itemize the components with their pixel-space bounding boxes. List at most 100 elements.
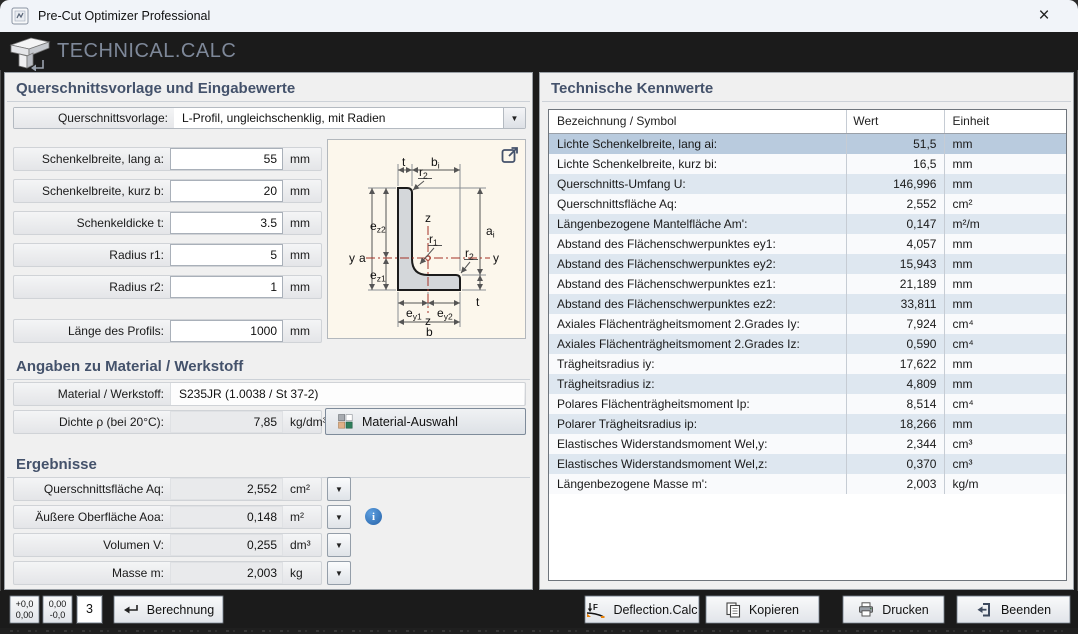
- field-input[interactable]: 1: [170, 276, 283, 298]
- kennwerte-row[interactable]: Polares Flächenträgheitsmoment Ip: 8,514…: [549, 394, 1066, 414]
- kennwert-value: 2,003: [846, 474, 944, 494]
- field-unit: mm: [290, 320, 310, 342]
- decrease-decimals-button[interactable]: 0,00 -0,0: [43, 596, 72, 623]
- kennwert-name: Abstand des Flächenschwerpunktes ey1:: [549, 234, 846, 254]
- open-diagram-external-icon[interactable]: [500, 145, 520, 165]
- length-field-row: Länge des Profils: 1000 mm: [13, 319, 322, 343]
- window-title: Pre-Cut Optimizer Professional: [38, 9, 210, 23]
- kennwert-unit: cm⁴: [944, 314, 1065, 334]
- kennwerte-row[interactable]: Trägheitsradius iz: 4,809 mm: [549, 374, 1066, 394]
- cross-section-template-combobox[interactable]: Querschnittsvorlage: L-Profil, ungleichs…: [13, 107, 526, 129]
- svg-text:F: F: [593, 603, 598, 612]
- length-input[interactable]: 1000: [170, 320, 283, 342]
- chevron-down-icon: ▼: [335, 541, 343, 550]
- input-field-row: Schenkelbreite, lang a: 55 mm: [13, 147, 322, 171]
- density-unit: kg/dm³: [290, 411, 327, 433]
- kennwert-value: 2,552: [846, 194, 944, 214]
- deflection-calc-button[interactable]: F Deflection.Calc: [585, 596, 699, 623]
- kennwerte-row[interactable]: Lichte Schenkelbreite, kurz bi: 16,5 mm: [549, 154, 1066, 174]
- increase-decimals-button[interactable]: +0,0 0,00: [10, 596, 39, 623]
- print-button[interactable]: Drucken: [843, 596, 944, 623]
- kennwerte-row[interactable]: Abstand des Flächenschwerpunktes ey2: 15…: [549, 254, 1066, 274]
- material-select-button[interactable]: Material-Auswahl: [325, 408, 526, 435]
- chevron-down-icon: ▼: [335, 485, 343, 494]
- exit-button[interactable]: Beenden: [957, 596, 1070, 623]
- kennwerte-row[interactable]: Axiales Flächenträgheitsmoment 2.Grades …: [549, 314, 1066, 334]
- kennwert-name: Abstand des Flächenschwerpunktes ez2:: [549, 294, 846, 314]
- kennwert-value: 2,344: [846, 434, 944, 454]
- dim-label-ez1: ez1: [370, 268, 386, 284]
- template-label: Querschnittsvorlage:: [14, 108, 174, 128]
- result-row: Äußere Oberfläche Aoa: 0,148 m² ▼ i: [13, 505, 393, 529]
- template-selected-value: L-Profil, ungleichschenklig, mit Radien: [182, 108, 503, 128]
- kennwert-value: 21,189: [846, 274, 944, 294]
- increase-decimals-line1: +0,0: [16, 599, 34, 610]
- kennwert-value: 17,622: [846, 354, 944, 374]
- calculate-button[interactable]: Berechnung: [114, 596, 223, 623]
- deflection-icon: F: [586, 602, 605, 618]
- result-label: Masse m:: [14, 562, 164, 584]
- kennwerte-row[interactable]: Abstand des Flächenschwerpunktes ez2: 33…: [549, 294, 1066, 314]
- unit-dropdown-button[interactable]: ▼: [327, 477, 351, 501]
- kennwerte-row[interactable]: Querschnittsfläche Aq: 2,552 cm²: [549, 194, 1066, 214]
- dim-label-y-left: y: [349, 251, 355, 265]
- column-header-wert[interactable]: Wert: [846, 110, 944, 133]
- copy-label: Kopieren: [749, 603, 799, 617]
- kennwert-value: 0,147: [846, 214, 944, 234]
- decrease-decimals-line1: 0,00: [49, 599, 67, 610]
- result-value: 0,255: [170, 534, 283, 556]
- kennwerte-row[interactable]: Abstand des Flächenschwerpunktes ey1: 4,…: [549, 234, 1066, 254]
- input-field-row: Radius r1: 5 mm: [13, 243, 322, 267]
- dim-label-bi: bi: [431, 155, 440, 171]
- kennwerte-row[interactable]: Längenbezogene Masse m': 2,003 kg/m: [549, 474, 1066, 494]
- exit-icon: [976, 601, 993, 618]
- kennwert-value: 18,266: [846, 414, 944, 434]
- info-icon[interactable]: i: [365, 508, 382, 525]
- kennwerte-table-header: Bezeichnung / Symbol Wert Einheit: [549, 110, 1066, 134]
- chevron-down-icon: ▼: [335, 513, 343, 522]
- decrease-decimals-line2: -0,0: [50, 610, 66, 621]
- kennwerte-row[interactable]: Polarer Trägheitsradius ip: 18,266 mm: [549, 414, 1066, 434]
- decimals-input[interactable]: 3: [77, 596, 102, 623]
- kennwert-unit: mm: [944, 374, 1065, 394]
- dim-label-t-right: t: [476, 295, 480, 309]
- material-grid-icon: [338, 414, 353, 429]
- field-input[interactable]: 5: [170, 244, 283, 266]
- input-panel: Querschnittsvorlage und Eingabewerte Que…: [4, 72, 533, 590]
- result-value: 2,552: [170, 478, 283, 500]
- copy-button[interactable]: Kopieren: [706, 596, 819, 623]
- dim-label-y-right: y: [493, 251, 499, 265]
- kennwerte-row[interactable]: Querschnitts-Umfang U: 146,996 mm: [549, 174, 1066, 194]
- field-input[interactable]: 55: [170, 148, 283, 170]
- unit-dropdown-button[interactable]: ▼: [327, 505, 351, 529]
- field-input[interactable]: 20: [170, 180, 283, 202]
- kennwerte-row[interactable]: Längenbezogene Mantelfläche Am': 0,147 m…: [549, 214, 1066, 234]
- unit-dropdown-button[interactable]: ▼: [327, 561, 351, 585]
- chevron-down-icon: ▼: [335, 569, 343, 578]
- kennwerte-row[interactable]: Elastisches Widerstandsmoment Wel,z: 0,3…: [549, 454, 1066, 474]
- kennwerte-row[interactable]: Trägheitsradius iy: 17,622 mm: [549, 354, 1066, 374]
- field-unit: mm: [290, 244, 310, 266]
- kennwerte-row[interactable]: Axiales Flächenträgheitsmoment 2.Grades …: [549, 334, 1066, 354]
- field-input[interactable]: 3.5: [170, 212, 283, 234]
- combo-dropdown-button[interactable]: ▼: [503, 108, 525, 128]
- result-label: Äußere Oberfläche Aoa:: [14, 506, 164, 528]
- section-title-results: Ergebnisse: [7, 449, 530, 478]
- kennwerte-row[interactable]: Elastisches Widerstandsmoment Wel,y: 2,3…: [549, 434, 1066, 454]
- result-unit: m²: [290, 506, 304, 528]
- chevron-down-icon: ▼: [511, 114, 519, 123]
- kennwert-name: Abstand des Flächenschwerpunktes ez1:: [549, 274, 846, 294]
- dim-label-ey2: ey2: [437, 306, 453, 322]
- close-button[interactable]: ×: [1024, 0, 1064, 32]
- column-header-einheit[interactable]: Einheit: [944, 110, 1065, 133]
- kennwerte-row[interactable]: Lichte Schenkelbreite, lang ai: 51,5 mm: [549, 134, 1066, 154]
- calculate-label: Berechnung: [147, 603, 214, 617]
- background-window-strip: [0, 628, 1078, 634]
- kennwerte-row[interactable]: Abstand des Flächenschwerpunktes ez1: 21…: [549, 274, 1066, 294]
- section-title-material: Angaben zu Material / Werkstoff: [7, 351, 530, 380]
- column-header-bezeichnung[interactable]: Bezeichnung / Symbol: [549, 110, 846, 133]
- result-row: Masse m: 2,003 kg ▼ i: [13, 561, 393, 585]
- unit-dropdown-button[interactable]: ▼: [327, 533, 351, 557]
- input-field-row: Schenkelbreite, kurz b: 20 mm: [13, 179, 322, 203]
- exit-label: Beenden: [1001, 603, 1051, 617]
